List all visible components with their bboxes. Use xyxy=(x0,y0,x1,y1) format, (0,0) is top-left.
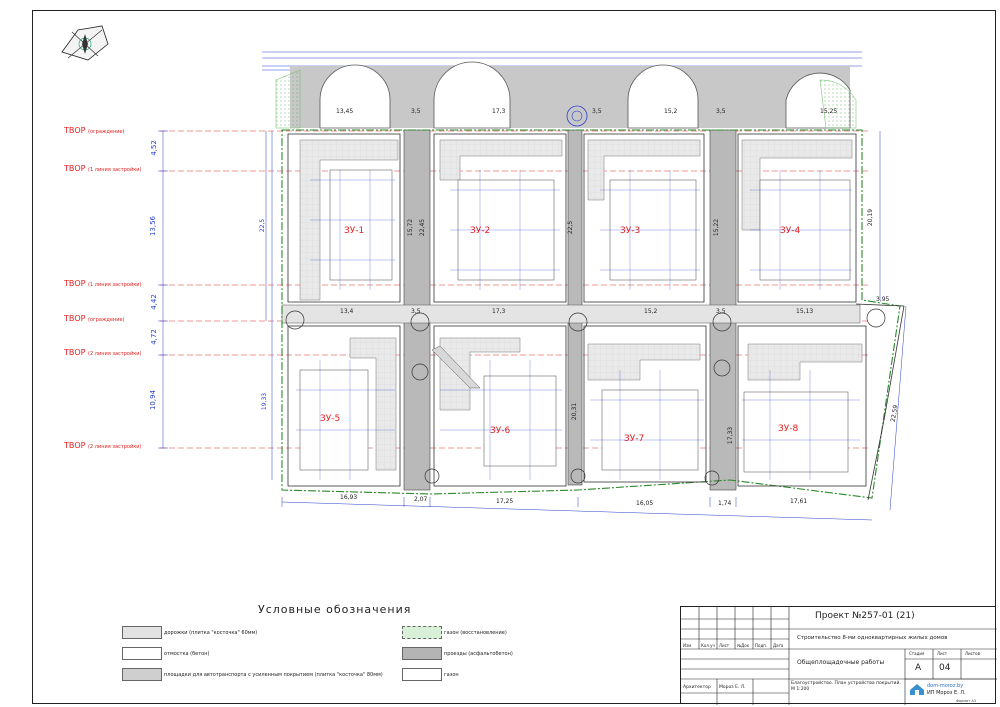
plot-label-3: ЗУ-3 xyxy=(620,226,641,236)
legend-swatch-blind-area xyxy=(122,647,162,660)
dim-label: 16,93 xyxy=(340,494,358,501)
legend-swatch-paths xyxy=(122,626,162,639)
dim-label: 20,31 xyxy=(571,402,579,421)
dim-label: 20,19 xyxy=(867,208,875,227)
dim-label: 15,2 xyxy=(664,108,678,115)
dim-label: 3,5 xyxy=(716,108,726,115)
dim-label: 17,3 xyxy=(492,108,506,115)
tb-col-sheet: Лист xyxy=(719,643,730,648)
dim-label: 16,05 xyxy=(636,500,654,507)
plot-label-2: ЗУ-2 xyxy=(470,226,491,236)
legend-label: отмостка (бетон) xyxy=(164,651,210,657)
tb-sheet: 04 xyxy=(939,663,951,673)
dim-label: 4,72 xyxy=(149,329,158,345)
dim-label: 3,5 xyxy=(716,308,726,315)
plot-label-1: ЗУ-1 xyxy=(344,226,365,236)
tb-project: Проект №257-01 (21) xyxy=(815,611,915,621)
legend-title: Условные обозначения xyxy=(258,603,412,616)
legend-label: площадки для автотранспорта с усиленным … xyxy=(164,672,383,678)
tb-description: Строительство 8-ми одноквартирных жилых … xyxy=(797,635,948,641)
dim-label: 15,25 xyxy=(820,108,838,115)
dim-label: 17,25 xyxy=(496,498,514,505)
dim-label: 17,3 xyxy=(492,308,506,315)
legend-label: проезды (асфальтобетон) xyxy=(444,651,513,657)
legend-label: газон xyxy=(444,672,459,678)
plot-label-4: ЗУ-4 xyxy=(780,226,801,236)
dim-label: 15,72 xyxy=(407,218,415,237)
dim-label: 17,61 xyxy=(790,498,808,505)
tvor-label-2: ТВОР (1 линия застройки) xyxy=(64,164,142,173)
dim-label: 3,5 xyxy=(411,108,421,115)
dim-label: 1,74 xyxy=(718,500,732,507)
tb-architect-name: Мороз Е. Л. xyxy=(719,685,746,690)
tvor-label-5: ТВОР (2 линия застройки) xyxy=(64,348,142,357)
company-logo-icon xyxy=(910,684,924,695)
tb-drawing: Благоустройство. План устройства покрыти… xyxy=(791,681,901,692)
dim-label: 3,95 xyxy=(876,296,890,303)
tvor-label-3: ТВОР (1 линия застройки) xyxy=(64,279,142,288)
dim-label: 22,5 xyxy=(567,220,575,235)
tb-company-site: dom-moroz.by xyxy=(927,683,964,689)
dim-label: 3,5 xyxy=(592,108,602,115)
tb-col-count: Кол.уч xyxy=(701,643,715,648)
title-block: Изм Кол.уч Лист №Док Подп. Дата Проект №… xyxy=(680,606,997,705)
tb-company-name: ИП Мороз Е. Л. xyxy=(927,690,966,696)
tvor-label-4: ТВОР (ограждение) xyxy=(64,314,125,323)
dim-label: 13,45 xyxy=(336,108,354,115)
dim-label: 15,13 xyxy=(796,308,814,315)
dim-label: 13,4 xyxy=(340,308,354,315)
tb-sheet-header: Лист xyxy=(937,651,948,656)
dim-label: 4,42 xyxy=(149,294,158,310)
dim-label: 10,94 xyxy=(149,389,158,411)
legend-label: газон (восстановление) xyxy=(444,630,507,636)
dim-label: 17,33 xyxy=(727,426,735,445)
tb-col-sign: Подп. xyxy=(755,643,768,648)
tvor-label-1: ТВОР (ограждение) xyxy=(64,126,125,135)
dim-label: 2,07 xyxy=(414,496,428,503)
tb-architect-role: Архитектор xyxy=(683,685,711,690)
plot-label-5: ЗУ-5 xyxy=(320,414,341,424)
tb-col-doc: №Док xyxy=(737,643,750,648)
dim-label: 15,2 xyxy=(644,308,658,315)
plot-label-8: ЗУ-8 xyxy=(778,424,799,434)
dim-label: 19,33 xyxy=(261,392,269,411)
legend-swatch-lawn-restore xyxy=(402,626,442,639)
dim-label: 22,45 xyxy=(419,218,427,237)
tb-col-date: Дата xyxy=(773,643,784,648)
tvor-label-6: ТВОР (2 линия застройки) xyxy=(64,441,142,450)
drawing-sheet: ТВОР (ограждение) ТВОР (1 линия застройк… xyxy=(0,0,1000,707)
legend-swatch-lawn xyxy=(402,668,442,681)
tb-section: Общеплощадочные работы xyxy=(797,659,885,666)
tb-col-change: Изм xyxy=(683,643,692,648)
legend-swatch-asphalt xyxy=(402,647,442,660)
dim-label: 15,22 xyxy=(713,218,721,237)
format-label: Формат А3 xyxy=(956,699,976,703)
tb-stage-header: Стадия xyxy=(909,651,925,656)
dim-label: 13,56 xyxy=(149,215,158,237)
plot-label-7: ЗУ-7 xyxy=(624,434,645,444)
dim-label: 22,5 xyxy=(259,218,267,233)
tb-sheets-header: Листов xyxy=(965,651,980,656)
legend-label: дорожки (плитка "косточка" 60мм) xyxy=(164,630,258,636)
dim-label: 4,52 xyxy=(149,140,158,156)
plot-label-6: ЗУ-6 xyxy=(490,426,511,436)
tb-stage: А xyxy=(915,663,922,673)
dim-label: 3,5 xyxy=(411,308,421,315)
legend-swatch-parking xyxy=(122,668,162,681)
